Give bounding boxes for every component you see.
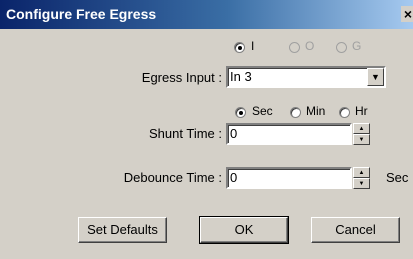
spin-down-icon[interactable]: ▼ <box>353 134 370 145</box>
shunt-time-spinner[interactable]: ▲ ▼ <box>353 123 370 145</box>
debounce-time-label: Debounce Time : <box>123 170 222 185</box>
debounce-time-value: 0 <box>230 170 238 185</box>
shunt-time-label: Shunt Time : <box>149 126 222 141</box>
radio-dot <box>239 111 243 115</box>
radio-unit-hr-label: Hr <box>355 104 368 118</box>
window-title: Configure Free Egress <box>6 6 157 22</box>
radio-group-type-label: G <box>352 39 362 53</box>
radio-output-type <box>289 42 300 53</box>
radio-input-type-label: I <box>251 39 255 53</box>
radio-unit-min-label: Min <box>306 104 326 118</box>
spin-up-icon[interactable]: ▲ <box>353 123 370 134</box>
shunt-time-value: 0 <box>230 126 238 141</box>
debounce-unit-label: Sec <box>386 170 409 185</box>
cancel-button[interactable]: Cancel <box>311 217 400 243</box>
radio-unit-min[interactable] <box>290 107 301 118</box>
spin-up-icon[interactable]: ▲ <box>353 167 370 178</box>
radio-unit-sec-label: Sec <box>252 104 273 118</box>
spin-down-icon[interactable]: ▼ <box>353 178 370 189</box>
egress-input-label: Egress Input : <box>141 70 222 85</box>
radio-unit-hr[interactable] <box>339 107 350 118</box>
debounce-time-input[interactable]: 0 <box>226 167 352 189</box>
egress-input-combobox[interactable]: In 3 ▼ <box>226 66 386 88</box>
radio-group-type <box>336 42 347 53</box>
radio-output-type-label: O <box>305 39 315 53</box>
shunt-time-input[interactable]: 0 <box>226 123 352 145</box>
radio-unit-sec[interactable] <box>235 107 246 118</box>
dropdown-arrow-icon[interactable]: ▼ <box>367 68 384 86</box>
radio-dot <box>238 46 242 50</box>
egress-input-value: In 3 <box>230 69 252 84</box>
title-bar: Configure Free Egress × <box>0 0 413 29</box>
debounce-time-spinner[interactable]: ▲ ▼ <box>353 167 370 189</box>
close-button[interactable]: × <box>401 6 413 22</box>
ok-button[interactable]: OK <box>199 216 289 244</box>
radio-input-type[interactable] <box>234 42 245 53</box>
set-defaults-button[interactable]: Set Defaults <box>78 217 167 243</box>
